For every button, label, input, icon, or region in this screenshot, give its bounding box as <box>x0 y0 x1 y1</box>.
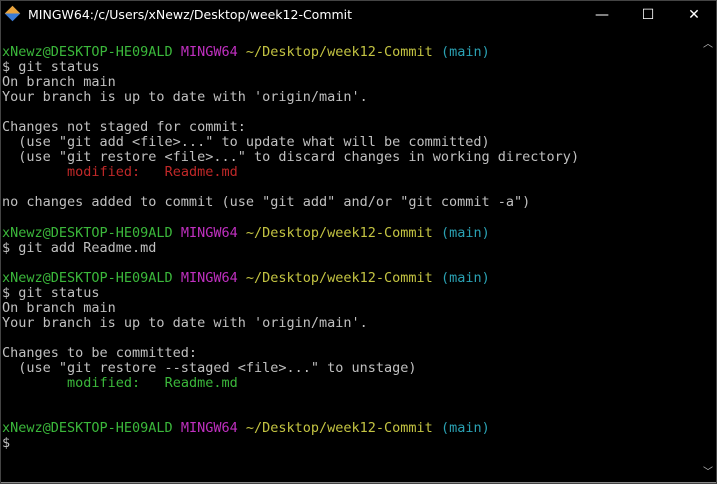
close-button[interactable]: ✕ <box>671 0 717 30</box>
terminal-text: MINGW64 <box>180 224 238 241</box>
terminal-text: modified: Readme.md <box>67 164 238 181</box>
terminal-text: no changes added to commit (use "git add… <box>2 194 531 211</box>
terminal-text: $ <box>2 435 11 452</box>
terminal-text: xNewz@DESKTOP-HE09ALD <box>2 44 173 60</box>
terminal-text: $ git status <box>2 284 100 301</box>
terminal-line: $ <box>2 436 697 451</box>
scroll-down-icon[interactable]: ﹀ <box>700 463 716 478</box>
git-bash-icon <box>4 5 21 22</box>
terminal-text: xNewz@DESKTOP-HE09ALD <box>2 269 173 286</box>
terminal-text: MINGW64 <box>180 269 238 286</box>
terminal-text: On branch main <box>2 74 116 91</box>
terminal-text: MINGW64 <box>180 420 238 437</box>
terminal-text: $ git add Readme.md <box>2 239 157 256</box>
terminal-line: On branch main <box>2 75 697 90</box>
terminal-line: Changes not staged for commit: <box>2 120 697 135</box>
terminal-line: modified: Readme.md <box>2 165 697 180</box>
terminal-line: (use "git restore <file>..." to discard … <box>2 150 697 165</box>
terminal-line: no changes added to commit (use "git add… <box>2 195 697 210</box>
terminal-output[interactable]: xNewz@DESKTOP-HE09ALD MINGW64 ~/Desktop/… <box>2 44 697 482</box>
terminal-text: xNewz@DESKTOP-HE09ALD <box>2 420 173 437</box>
terminal-text: ~/Desktop/week12-Commit <box>245 224 433 241</box>
terminal-line: (use "git add <file>..." to update what … <box>2 135 697 150</box>
terminal-line: On branch main <box>2 299 697 316</box>
terminal-line: xNewz@DESKTOP-HE09ALD MINGW64 ~/Desktop/… <box>2 421 697 436</box>
terminal-line: Changes to be committed: <box>2 344 697 361</box>
terminal-text: Changes not staged for commit: <box>2 119 246 136</box>
terminal-line: xNewz@DESKTOP-HE09ALD MINGW64 ~/Desktop/… <box>2 269 697 286</box>
terminal-text: (main) <box>440 44 490 60</box>
terminal-line: (use "git restore --staged <file>..." to… <box>2 359 697 376</box>
terminal-text: (use "git add <file>..." to update what … <box>2 134 490 151</box>
terminal-text: ~/Desktop/week12-Commit <box>245 420 433 437</box>
terminal-text: (main) <box>440 224 490 241</box>
terminal-text: ~/Desktop/week12-Commit <box>245 44 433 60</box>
terminal-text: (use "git restore <file>..." to discard … <box>2 149 580 166</box>
terminal-line: $ git status <box>2 284 697 301</box>
scrollbar[interactable]: ︿ ﹀ <box>700 31 716 482</box>
terminal-line: xNewz@DESKTOP-HE09ALD MINGW64 ~/Desktop/… <box>2 44 697 60</box>
window-title: MINGW64:/c/Users/xNewz/Desktop/week12-Co… <box>28 7 353 22</box>
terminal-line: $ git add Readme.md <box>2 239 697 256</box>
terminal-text: ~/Desktop/week12-Commit <box>245 269 433 286</box>
terminal-text: On branch main <box>2 299 116 316</box>
terminal-text: modified: Readme.md <box>67 375 238 392</box>
minimize-button[interactable]: — <box>579 0 625 30</box>
scroll-up-icon[interactable]: ︿ <box>700 35 716 50</box>
terminal-line: xNewz@DESKTOP-HE09ALD MINGW64 ~/Desktop/… <box>2 224 697 241</box>
title-bar[interactable]: MINGW64:/c/Users/xNewz/Desktop/week12-Co… <box>0 0 717 30</box>
terminal-text: Changes to be committed: <box>2 344 198 361</box>
terminal-text: Your branch is up to date with 'origin/m… <box>2 314 368 331</box>
terminal-line: $ git status <box>2 60 697 75</box>
terminal-text: (main) <box>440 420 490 437</box>
terminal-text: (use "git restore --staged <file>..." to… <box>2 359 417 376</box>
terminal-line: Your branch is up to date with 'origin/m… <box>2 314 697 331</box>
terminal-line: Your branch is up to date with 'origin/m… <box>2 90 697 105</box>
terminal-text: MINGW64 <box>180 44 238 60</box>
maximize-button[interactable]: ☐ <box>625 0 671 30</box>
terminal-text: Your branch is up to date with 'origin/m… <box>2 89 368 106</box>
terminal-text: (main) <box>440 269 490 286</box>
terminal-text: xNewz@DESKTOP-HE09ALD <box>2 224 173 241</box>
terminal-line: modified: Readme.md <box>2 376 697 391</box>
terminal-text: $ git status <box>2 59 100 76</box>
